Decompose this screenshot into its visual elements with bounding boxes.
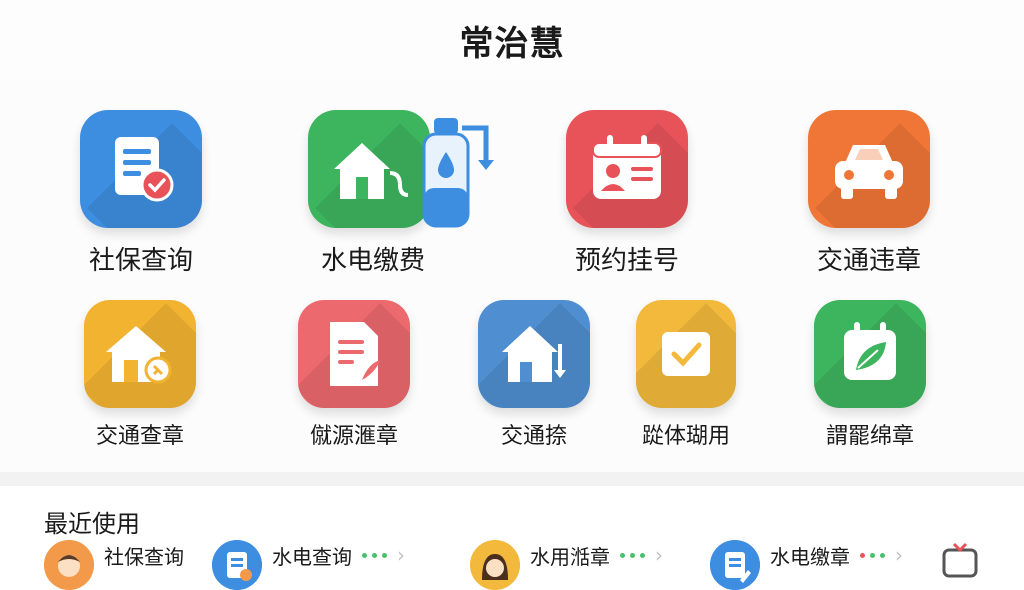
section-divider <box>0 472 1024 486</box>
service-label: 水电缴费 <box>320 246 425 276</box>
service-traffic[interactable]: 交通捺 <box>478 300 590 450</box>
service-label: 踨体瑚用 <box>641 424 730 449</box>
document-icon <box>212 540 262 590</box>
status-dots <box>860 552 885 558</box>
service-appointment[interactable]: 预约挂号 <box>566 110 688 277</box>
service-green[interactable]: 謂罷绵章 <box>814 300 926 450</box>
checkbox-icon <box>636 300 736 408</box>
house-arrow-icon <box>478 300 590 408</box>
service-label: 交通捺 <box>500 424 567 449</box>
house-water-icon <box>308 110 430 228</box>
service-label: 謂罷绵章 <box>825 424 914 449</box>
calendar-leaf-icon <box>814 300 926 408</box>
user-avatar-female-icon <box>470 540 520 590</box>
status-dots <box>620 552 645 558</box>
service-traffic-check[interactable]: 交通查章 <box>84 300 196 450</box>
recent-item-label: 水用湉章 <box>530 544 610 569</box>
service-social-security[interactable]: 社保查询 <box>80 110 202 277</box>
service-label: 交通查章 <box>95 424 184 449</box>
document-edit-icon <box>298 300 410 408</box>
services-grid: 社保查询 水电缴费 预约挂号 交通违章 交通查章 僦源滙章 交通捺 踨体瑚用 謂… <box>0 80 1024 472</box>
recent-heading: 最近使用 <box>44 510 140 538</box>
chevron-right-icon: › <box>655 543 663 567</box>
service-label: 僦源滙章 <box>309 424 398 449</box>
app-header: 常治慧 <box>0 0 1024 81</box>
status-dots <box>362 552 387 558</box>
house-pin-icon <box>84 300 196 408</box>
recent-item-label: 水电缴章 <box>770 544 850 569</box>
recent-item-label: 社保查询 <box>104 544 184 569</box>
chevron-right-icon: › <box>397 543 405 567</box>
service-utility-payment[interactable]: 水电缴费 <box>308 110 498 277</box>
user-avatar-icon <box>44 540 94 590</box>
service-source[interactable]: 僦源滙章 <box>298 300 410 450</box>
tv-icon <box>942 542 978 578</box>
service-usage[interactable]: 踨体瑚用 <box>636 300 736 450</box>
service-label: 预约挂号 <box>574 246 679 276</box>
car-icon <box>808 110 930 228</box>
recent-item-more[interactable] <box>940 540 980 580</box>
recent-item[interactable]: 水电查询 › <box>212 540 405 590</box>
water-bottle-icon <box>422 118 494 228</box>
calendar-id-card-icon <box>566 110 688 228</box>
service-label: 社保查询 <box>88 246 193 276</box>
document-check-icon <box>80 110 202 228</box>
service-traffic-violation[interactable]: 交通违章 <box>808 110 930 277</box>
document-edit-icon <box>710 540 760 590</box>
recent-item-label: 水电查询 <box>272 544 352 569</box>
service-label: 交通违章 <box>816 246 921 276</box>
recent-item[interactable]: 水电缴章 › <box>710 540 903 590</box>
recent-item[interactable]: 水用湉章 › <box>470 540 663 590</box>
page-title: 常治慧 <box>459 23 565 64</box>
chevron-right-icon: › <box>895 543 903 567</box>
recent-item[interactable]: 社保查询 <box>44 540 184 590</box>
